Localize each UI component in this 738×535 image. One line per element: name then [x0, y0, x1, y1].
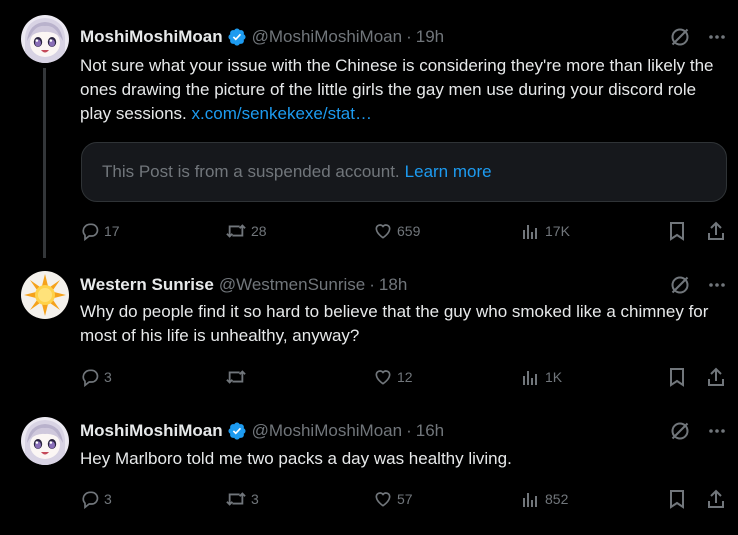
tweet-body: Why do people find it so hard to believe… [80, 302, 709, 345]
bookmark-button[interactable] [667, 365, 687, 389]
repost-count: 28 [251, 223, 267, 239]
views-button[interactable]: 852 [521, 487, 568, 511]
tweet-header: Western Sunrise @WestmenSunrise · 18h [80, 274, 738, 296]
timestamp[interactable]: 19h [416, 27, 444, 47]
tweet-text: Why do people find it so hard to believe… [80, 300, 730, 348]
like-button[interactable]: 659 [373, 219, 420, 243]
grok-icon[interactable] [670, 421, 690, 441]
views-button[interactable]: 17K [521, 219, 570, 243]
view-count: 1K [545, 369, 563, 385]
thread-line [43, 68, 46, 258]
tweet-body: Hey Marlboro told me two packs a day was… [80, 449, 512, 468]
like-count: 659 [397, 223, 421, 239]
tweet-top-actions [670, 421, 726, 441]
separator-dot: · [369, 275, 375, 294]
reply-button[interactable]: 3 [80, 487, 112, 511]
repost-icon [226, 370, 246, 384]
share-icon [708, 221, 724, 240]
tweet-header: MoshiMoshiMoan @MoshiMoshiMoan · 19h [80, 26, 738, 48]
share-icon [708, 489, 724, 508]
verified-badge-icon [227, 27, 247, 47]
tweet-top-actions [670, 27, 726, 47]
tweet-1[interactable]: MoshiMoshiMoan @MoshiMoshiMoan · 19h Not… [0, 0, 738, 258]
tweet-header: MoshiMoshiMoan @MoshiMoshiMoan · 16h [80, 420, 738, 442]
repost-button[interactable]: 3 [225, 487, 259, 511]
more-icon[interactable] [708, 28, 726, 46]
reply-icon [82, 223, 99, 241]
like-count: 57 [397, 491, 413, 507]
tweet-top-actions [670, 275, 726, 295]
tweet-text: Not sure what your issue with the Chines… [80, 54, 730, 126]
share-button[interactable] [706, 219, 726, 243]
reply-count: 17 [104, 223, 120, 239]
author-name[interactable]: MoshiMoshiMoan [80, 421, 223, 441]
like-button[interactable]: 12 [373, 365, 413, 389]
views-button[interactable]: 1K [521, 365, 562, 389]
learn-more-link[interactable]: Learn more [405, 162, 492, 182]
quoted-post-card[interactable]: This Post is from a suspended account. L… [81, 142, 727, 202]
like-icon [375, 492, 391, 507]
like-icon [375, 224, 391, 239]
author-handle[interactable]: @MoshiMoshiMoan [252, 27, 402, 47]
avatar[interactable] [21, 417, 69, 465]
reply-count: 3 [104, 369, 112, 385]
share-button[interactable] [706, 487, 726, 511]
avatar[interactable] [21, 15, 69, 63]
tweet-body: Not sure what your issue with the Chines… [80, 56, 714, 123]
bookmark-icon [670, 368, 684, 387]
grok-icon[interactable] [670, 275, 690, 295]
repost-button[interactable]: 28 [225, 219, 267, 243]
tweet-text: Hey Marlboro told me two packs a day was… [80, 447, 730, 471]
view-count: 17K [545, 223, 570, 239]
action-bar: 3 12 1K [80, 365, 728, 389]
action-bar: 17 28 659 17K [80, 219, 728, 243]
tweet-link[interactable]: x.com/senkekexe/stat… [192, 104, 372, 123]
tweet-3[interactable]: MoshiMoshiMoan @MoshiMoshiMoan · 16h Hey… [0, 404, 738, 535]
separator-dot: · [406, 421, 412, 440]
grok-icon[interactable] [670, 27, 690, 47]
more-icon[interactable] [708, 276, 726, 294]
bookmark-button[interactable] [667, 487, 687, 511]
repost-icon [226, 492, 246, 506]
reply-count: 3 [104, 491, 112, 507]
author-handle[interactable]: @WestmenSunrise [219, 275, 365, 295]
suspended-notice: This Post is from a suspended account. [102, 162, 400, 181]
share-button[interactable] [706, 365, 726, 389]
separator-dot: · [406, 27, 412, 46]
bookmark-icon [670, 222, 684, 241]
share-icon [708, 367, 724, 386]
avatar[interactable] [21, 271, 69, 319]
view-count: 852 [545, 491, 569, 507]
like-icon [375, 370, 391, 385]
repost-icon [226, 224, 246, 238]
author-handle[interactable]: @MoshiMoshiMoan [252, 421, 402, 441]
reply-icon [82, 491, 99, 509]
views-icon [523, 225, 537, 239]
timestamp[interactable]: 18h [379, 275, 407, 295]
like-count: 12 [397, 369, 413, 385]
timestamp[interactable]: 16h [416, 421, 444, 441]
bookmark-icon [670, 490, 684, 509]
repost-button[interactable] [225, 365, 251, 389]
tweet-2[interactable]: Western Sunrise @WestmenSunrise · 18h Wh… [0, 258, 738, 404]
action-bar: 3 3 57 852 [80, 487, 728, 511]
bookmark-button[interactable] [667, 219, 687, 243]
reply-button[interactable]: 17 [80, 219, 120, 243]
repost-count: 3 [251, 491, 259, 507]
author-name[interactable]: MoshiMoshiMoan [80, 27, 223, 47]
author-name[interactable]: Western Sunrise [80, 275, 214, 295]
like-button[interactable]: 57 [373, 487, 413, 511]
reply-icon [82, 369, 99, 387]
reply-button[interactable]: 3 [80, 365, 112, 389]
verified-badge-icon [227, 421, 247, 441]
more-icon[interactable] [708, 422, 726, 440]
views-icon [523, 493, 537, 507]
views-icon [523, 371, 537, 385]
